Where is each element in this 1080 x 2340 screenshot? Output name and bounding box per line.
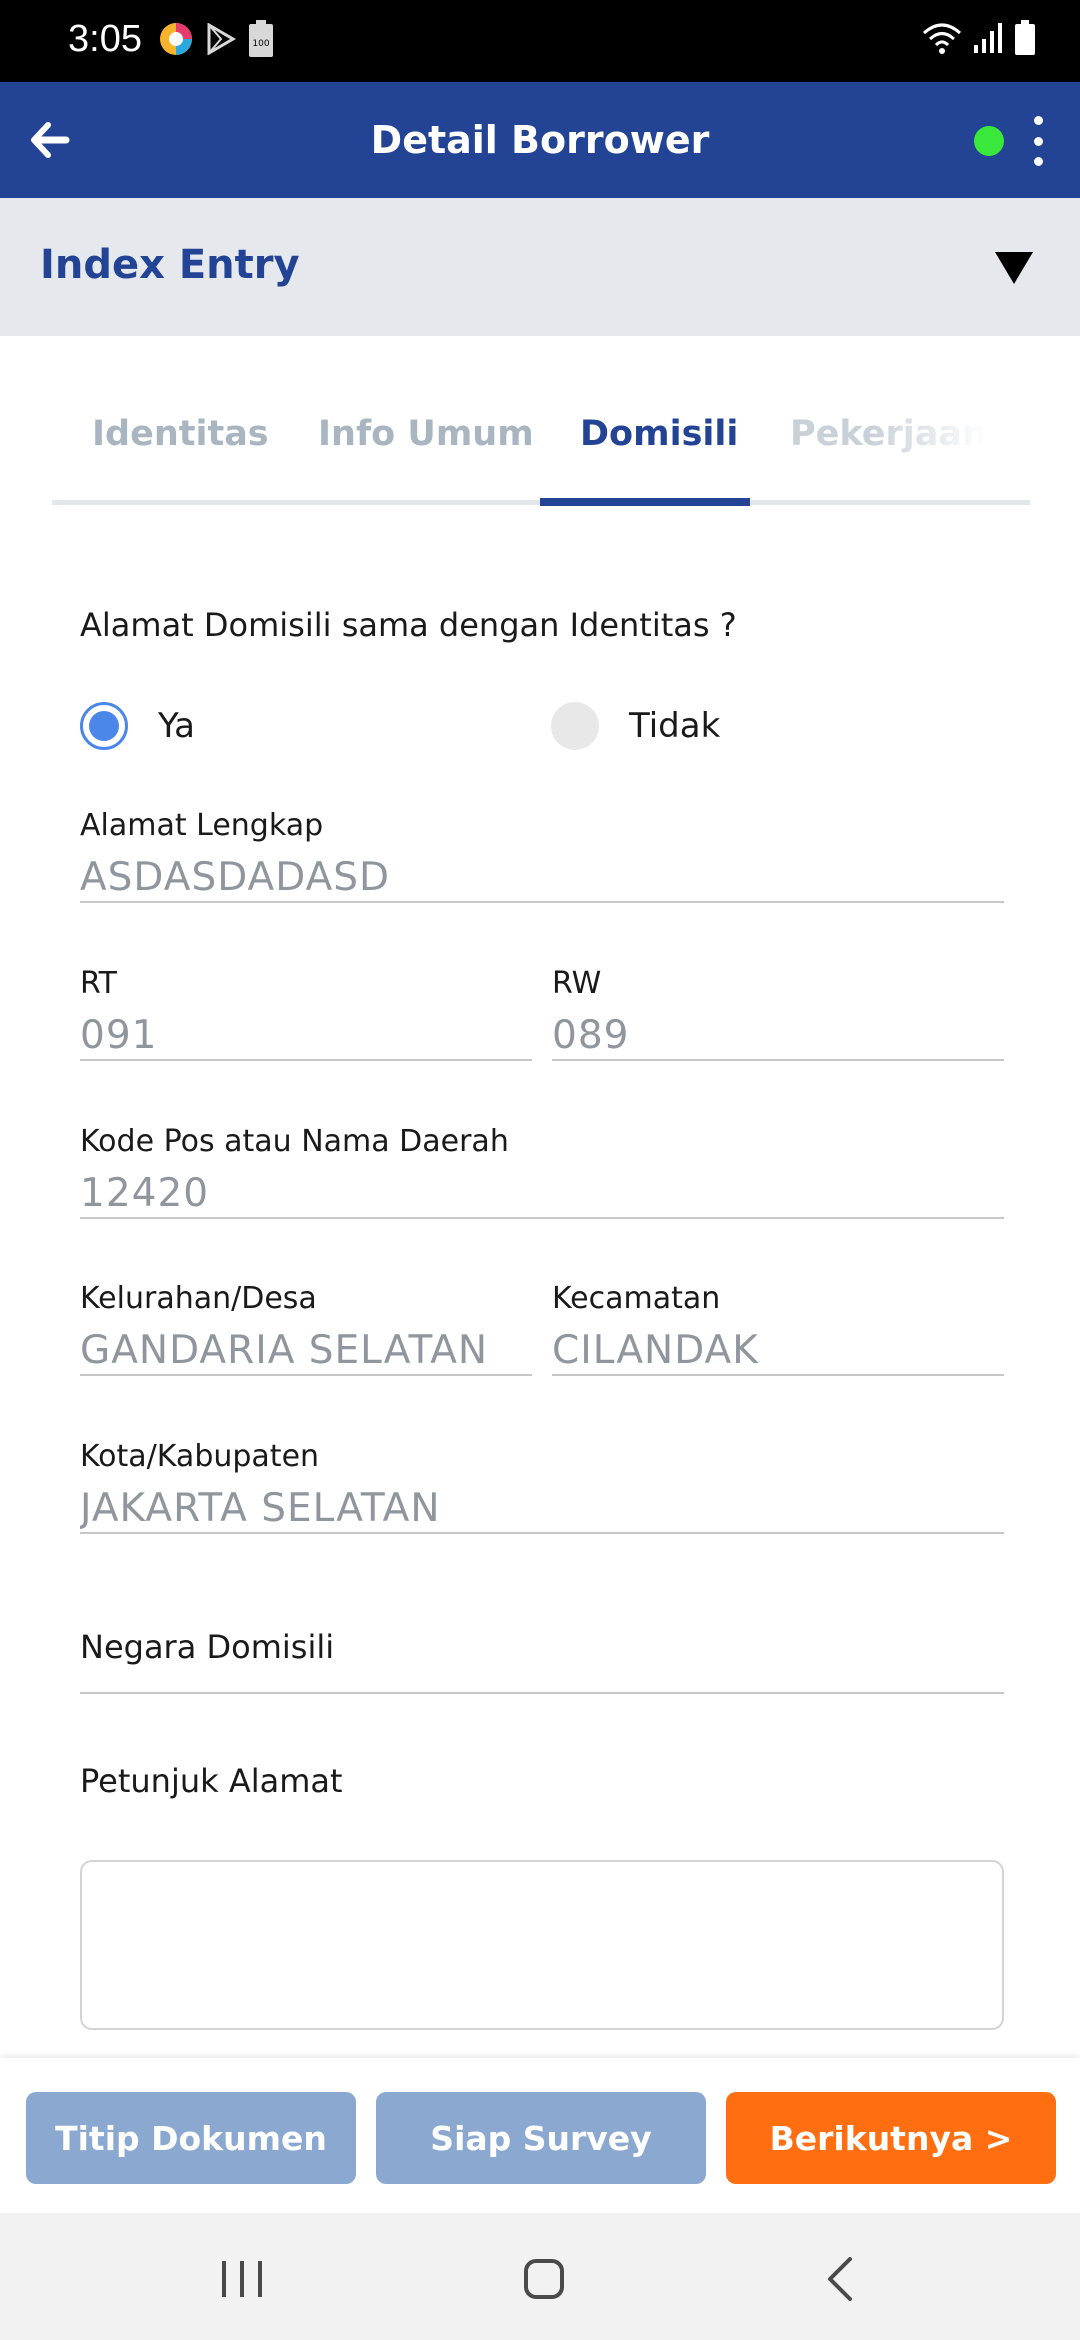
- petunjuk-alamat-textarea[interactable]: [80, 1860, 1004, 2030]
- status-time: 3:05: [68, 18, 142, 60]
- home-icon[interactable]: [524, 2259, 564, 2299]
- bottom-action-bar: Titip Dokumen Siap Survey Berikutnya >: [0, 2058, 1080, 2213]
- radio-ya-label: Ya: [158, 706, 195, 746]
- radio-tidak[interactable]: Tidak: [551, 702, 720, 750]
- radio-ya[interactable]: Ya: [80, 702, 195, 750]
- status-system-icons: [922, 20, 1036, 56]
- kode-pos-label: Kode Pos atau Nama Daerah: [80, 1124, 509, 1159]
- page-title: Detail Borrower: [370, 118, 710, 162]
- kebab-dot: [1033, 157, 1043, 166]
- tab-bar: Identitas Info Umum Domisili Pekerjaan: [52, 396, 1030, 508]
- rw-label: RW: [552, 966, 602, 1001]
- negara-field[interactable]: Negara Domisili: [80, 1628, 1004, 1694]
- online-status-dot: [974, 126, 1004, 156]
- tab-domisili[interactable]: Domisili: [580, 414, 738, 454]
- titip-dokumen-button[interactable]: Titip Dokumen: [26, 2092, 356, 2184]
- battery-icon: [1015, 20, 1035, 55]
- play-store-icon: [207, 23, 236, 55]
- section-title: Index Entry: [40, 242, 300, 288]
- rt-input[interactable]: 091: [80, 1011, 532, 1061]
- alamat-lengkap-input[interactable]: ASDASDADASD: [80, 853, 1004, 903]
- svg-text:100: 100: [252, 39, 269, 49]
- rw-input[interactable]: 089: [552, 1011, 1004, 1061]
- app-bar: Detail Borrower: [0, 82, 1080, 198]
- kelurahan-field: Kelurahan/Desa GANDARIA SELATAN: [80, 1281, 532, 1376]
- kebab-dot: [1033, 116, 1043, 125]
- kecamatan-field: Kecamatan CILANDAK: [552, 1281, 1004, 1376]
- radio-unchecked-icon[interactable]: [551, 702, 599, 750]
- tab-identitas[interactable]: Identitas: [92, 414, 269, 454]
- status-app-icons: 100: [158, 20, 274, 58]
- kode-pos-field: Kode Pos atau Nama Daerah 12420: [80, 1124, 1004, 1219]
- alamat-lengkap-field: Alamat Lengkap ASDASDADASD: [80, 808, 1004, 903]
- tab-pekerjaan[interactable]: Pekerjaan: [790, 414, 987, 454]
- app-circle-icon: [160, 23, 192, 55]
- system-nav-bar: [0, 2213, 1080, 2340]
- kelurahan-input[interactable]: GANDARIA SELATAN: [80, 1326, 532, 1376]
- active-tab-indicator: [540, 498, 750, 506]
- kota-label: Kota/Kabupaten: [80, 1439, 320, 1474]
- triangle-down-icon[interactable]: [995, 252, 1033, 284]
- rw-field: RW 089: [552, 966, 1004, 1061]
- same-address-question: Alamat Domisili sama dengan Identitas ?: [80, 606, 737, 644]
- status-bar: 3:05 100: [0, 0, 1080, 82]
- radio-tidak-label: Tidak: [629, 706, 721, 746]
- wifi-icon: [923, 23, 961, 54]
- alamat-lengkap-label: Alamat Lengkap: [80, 808, 324, 843]
- nav-back-icon[interactable]: [826, 2257, 854, 2305]
- kota-input[interactable]: JAKARTA SELATAN: [80, 1484, 1004, 1534]
- siap-survey-button[interactable]: Siap Survey: [376, 2092, 706, 2184]
- negara-domisili-select[interactable]: Negara Domisili: [80, 1628, 1004, 1694]
- petunjuk-alamat-label: Petunjuk Alamat: [80, 1762, 343, 1800]
- berikutnya-button[interactable]: Berikutnya >: [726, 2092, 1056, 2184]
- rt-label: RT: [80, 966, 117, 1001]
- recents-icon[interactable]: [222, 2261, 262, 2297]
- kota-field: Kota/Kabupaten JAKARTA SELATAN: [80, 1439, 1004, 1534]
- kecamatan-input[interactable]: CILANDAK: [552, 1326, 1004, 1376]
- index-entry-header[interactable]: Index Entry: [0, 198, 1080, 336]
- radio-checked-icon[interactable]: [80, 702, 128, 750]
- kode-pos-input[interactable]: 12420: [80, 1169, 1004, 1219]
- signal-icon: [974, 23, 1002, 53]
- battery-saver-icon: 100: [249, 20, 273, 57]
- kebab-dot: [1033, 136, 1043, 146]
- kecamatan-label: Kecamatan: [552, 1281, 721, 1316]
- tab-info-umum[interactable]: Info Umum: [318, 414, 534, 454]
- more-options-button[interactable]: [1028, 116, 1048, 166]
- kelurahan-label: Kelurahan/Desa: [80, 1281, 317, 1316]
- rt-field: RT 091: [80, 966, 532, 1061]
